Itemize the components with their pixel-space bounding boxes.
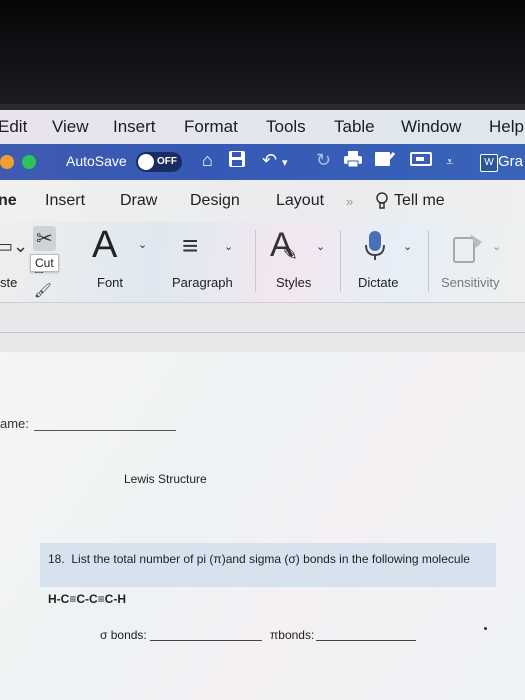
name-label: ame: bbox=[0, 416, 29, 431]
undo-icon[interactable]: ↶ bbox=[262, 150, 277, 171]
autosave-toggle[interactable]: OFF bbox=[136, 152, 182, 172]
home-icon[interactable]: ⌂ bbox=[202, 150, 213, 171]
cut-tooltip: Cut bbox=[30, 254, 59, 272]
ruler-area bbox=[0, 302, 525, 353]
styles-label: Styles bbox=[276, 275, 312, 290]
tell-me-label: Tell me bbox=[394, 192, 445, 209]
menu-view[interactable]: View bbox=[52, 117, 89, 137]
more-tabs-chevron-icon[interactable]: » bbox=[346, 194, 353, 209]
ribbon-home: ▭⌄ ste ✂ ⧉ Cut 🖌 A ⌄ Font ≡ ⌄ Paragraph … bbox=[0, 222, 525, 302]
document-divider bbox=[0, 332, 525, 333]
menu-window[interactable]: Window bbox=[401, 117, 461, 137]
save-icon[interactable] bbox=[228, 150, 246, 173]
word-doc-icon: W bbox=[480, 154, 498, 172]
print-icon[interactable] bbox=[343, 150, 363, 173]
question-18: 18. List the total number of pi (π)and s… bbox=[48, 552, 470, 566]
pi-answer-line bbox=[316, 640, 416, 641]
sensitivity-icon[interactable] bbox=[452, 230, 486, 269]
paragraph-align-icon[interactable]: ≡ bbox=[182, 230, 198, 262]
font-dropdown-icon[interactable]: ⌄ bbox=[138, 238, 147, 251]
tell-me-search[interactable]: Tell me bbox=[375, 192, 445, 210]
microphone-icon[interactable] bbox=[364, 230, 386, 267]
tab-insert[interactable]: Insert bbox=[45, 192, 85, 210]
menu-table[interactable]: Table bbox=[334, 117, 375, 137]
font-label: Font bbox=[97, 275, 124, 290]
form-icon[interactable] bbox=[410, 150, 432, 173]
ribbon-separator bbox=[340, 230, 341, 292]
format-painter-icon[interactable]: 🖌 bbox=[34, 282, 52, 299]
question-text: List the total number of pi (π)and sigma… bbox=[71, 552, 470, 566]
question-number: 18. bbox=[48, 552, 65, 566]
sensitivity-dropdown-icon[interactable]: ⌄ bbox=[492, 240, 501, 253]
paragraph-dropdown-icon[interactable]: ⌄ bbox=[224, 240, 233, 253]
lewis-structure-heading: Lewis Structure bbox=[124, 472, 207, 486]
window-zoom-dot[interactable] bbox=[22, 155, 36, 169]
dictate-dropdown-icon[interactable]: ⌄ bbox=[403, 240, 412, 253]
molecule-formula: H-C≡C-C≡C-H bbox=[48, 592, 126, 606]
ribbon-tabs: ne Insert Draw Design Layout » Tell me bbox=[0, 180, 525, 222]
font-icon[interactable]: A bbox=[92, 224, 117, 267]
menu-insert[interactable]: Insert bbox=[113, 117, 156, 137]
tab-design[interactable]: Design bbox=[190, 192, 240, 210]
tab-home[interactable]: ne bbox=[0, 192, 17, 210]
tab-draw[interactable]: Draw bbox=[120, 192, 157, 210]
ribbon-separator bbox=[428, 230, 429, 292]
name-blank-line bbox=[34, 430, 176, 431]
window-minimize-dot[interactable] bbox=[0, 155, 14, 169]
ribbon-separator bbox=[255, 230, 256, 292]
menu-format[interactable]: Format bbox=[184, 117, 238, 137]
paste-label-partial: ste bbox=[0, 275, 18, 290]
redo-icon[interactable]: ↻ bbox=[316, 150, 331, 171]
paragraph-label: Paragraph bbox=[172, 275, 233, 290]
document-title-partial: Gra bbox=[498, 153, 524, 170]
lightbulb-icon bbox=[376, 192, 388, 209]
dictate-label: Dictate bbox=[358, 275, 399, 290]
menu-help[interactable]: Help bbox=[489, 117, 524, 137]
sigma-bonds-label: σ bonds: bbox=[100, 628, 147, 642]
toggle-state: OFF bbox=[157, 156, 177, 167]
customize-toolbar-icon[interactable]: ⩡ bbox=[446, 154, 453, 170]
title-bar: AutoSave OFF ⌂ ↶ ▾ ↻ ⩡ W Gra bbox=[0, 144, 525, 180]
menu-tools[interactable]: Tools bbox=[266, 117, 306, 137]
edit-doc-icon[interactable] bbox=[374, 150, 396, 173]
pi-bonds-label: πbonds: bbox=[270, 628, 315, 642]
document-page bbox=[0, 352, 525, 700]
screen-bezel bbox=[0, 0, 525, 110]
sigma-answer-line bbox=[150, 640, 262, 641]
text-cursor-dot bbox=[484, 627, 487, 630]
paste-icon[interactable]: ▭⌄ bbox=[0, 236, 28, 257]
sensitivity-label: Sensitivity bbox=[441, 275, 500, 290]
tab-layout[interactable]: Layout bbox=[276, 192, 324, 210]
autosave-label: AutoSave bbox=[66, 153, 127, 169]
undo-dropdown-icon[interactable]: ▾ bbox=[282, 156, 288, 169]
cut-scissors-icon[interactable]: ✂ bbox=[33, 226, 56, 251]
menu-edit[interactable]: Edit bbox=[0, 117, 27, 137]
menu-bar: Edit View Insert Format Tools Table Wind… bbox=[0, 110, 525, 144]
styles-icon[interactable]: A✎ bbox=[270, 226, 308, 265]
styles-dropdown-icon[interactable]: ⌄ bbox=[316, 240, 325, 253]
toggle-knob bbox=[138, 154, 154, 170]
